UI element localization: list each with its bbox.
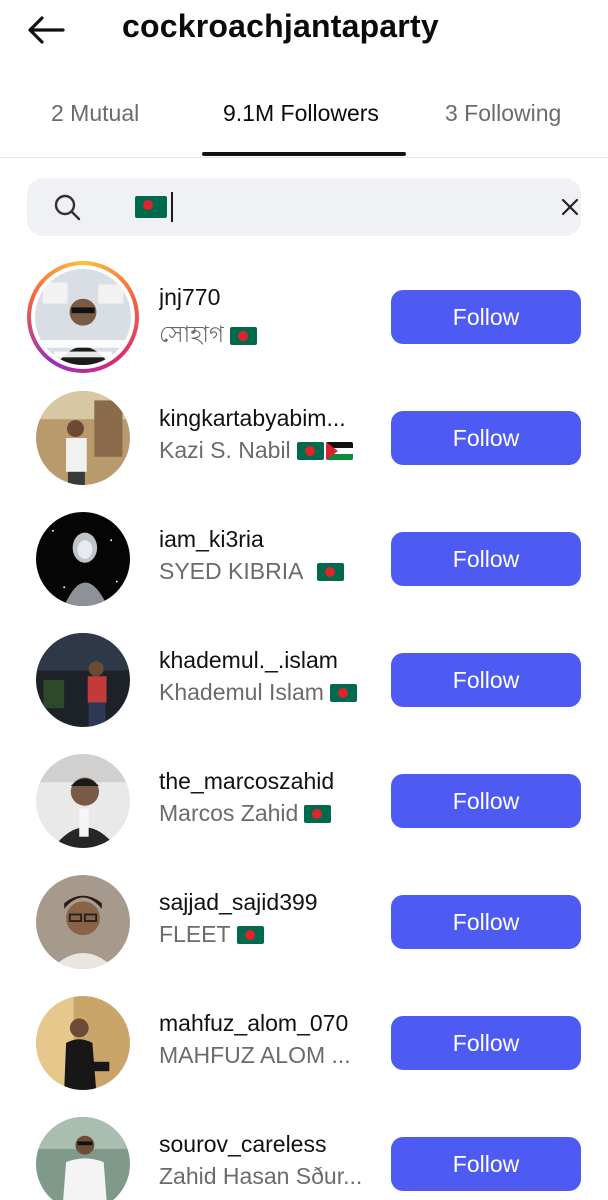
bangladesh-flag-icon [236,925,264,944]
username[interactable]: iam_ki3ria [159,526,264,553]
follow-button[interactable]: Follow [391,532,581,586]
follow-button[interactable]: Follow [391,411,581,465]
follow-button[interactable]: Follow [391,1137,581,1191]
list-item[interactable]: the_marcoszahid Marcos Zahid Follow [0,742,608,863]
bangladesh-flag-icon [230,326,258,345]
bangladesh-flag-icon [135,196,167,218]
list-item[interactable]: kingkartabyabim... Kazi S. Nabil Follow [0,379,608,500]
display-name: Zahid Hasan Sður... [159,1163,363,1189]
palestine-flag-icon [325,441,353,460]
avatar[interactable] [36,633,130,727]
list-item[interactable]: jnj770 সোহাগ Follow [0,258,608,379]
profile-username-title: cockroachjantaparty [122,8,439,44]
display-name: Marcos Zahid [159,800,332,827]
display-name: Khademul Islam [159,679,357,706]
display-name: FLEET [159,921,264,948]
avatar[interactable] [36,1117,130,1200]
username[interactable]: mahfuz_alom_070 [159,1010,348,1037]
avatar[interactable] [36,391,130,485]
follow-button[interactable]: Follow [391,653,581,707]
active-tab-indicator [202,152,406,156]
display-name: SYED KIBRIA [159,558,345,585]
search-input[interactable] [27,178,581,236]
follow-button[interactable]: Follow [391,290,581,344]
list-item[interactable]: mahfuz_alom_070 MAHFUZ ALOM ... Follow [0,984,608,1105]
avatar[interactable] [36,875,130,969]
username[interactable]: sourov_careless [159,1131,326,1158]
close-icon[interactable] [557,194,583,220]
username[interactable]: kingkartabyabim... [159,405,346,432]
bangladesh-flag-icon [304,804,332,823]
username[interactable]: sajjad_sajid399 [159,889,318,916]
avatar[interactable] [36,512,130,606]
display-name: সোহাগ [159,316,258,355]
tab-mutual[interactable]: 2 Mutual [51,100,139,127]
tab-following[interactable]: 3 Following [445,100,561,127]
follow-button[interactable]: Follow [391,1016,581,1070]
tab-followers[interactable]: 9.1M Followers [223,100,379,127]
bangladesh-flag-icon [296,441,324,460]
search-icon [53,193,81,221]
avatar[interactable] [36,996,130,1090]
list-item[interactable]: sourov_careless Zahid Hasan Sður... Foll… [0,1105,608,1200]
tab-bar: 2 Mutual 9.1M Followers 3 Following [0,80,608,158]
username[interactable]: khademul._.islam [159,647,338,674]
list-item[interactable]: khademul._.islam Khademul Islam Follow [0,621,608,742]
avatar[interactable] [27,261,139,373]
follow-button[interactable]: Follow [391,774,581,828]
display-name: Kazi S. Nabil [159,437,353,464]
search-query [135,192,173,222]
arrow-left-icon[interactable] [22,10,70,50]
follow-button[interactable]: Follow [391,895,581,949]
avatar[interactable] [36,754,130,848]
username[interactable]: the_marcoszahid [159,768,334,795]
display-name: MAHFUZ ALOM ... [159,1042,351,1068]
list-item[interactable]: iam_ki3ria SYED KIBRIA Follow [0,500,608,621]
list-item[interactable]: sajjad_sajid399 FLEET Follow [0,863,608,984]
bangladesh-flag-icon [329,683,357,702]
text-cursor [171,192,173,222]
username[interactable]: jnj770 [159,284,220,311]
bangladesh-flag-icon [317,562,345,581]
top-bar: cockroachjantaparty [0,0,608,64]
